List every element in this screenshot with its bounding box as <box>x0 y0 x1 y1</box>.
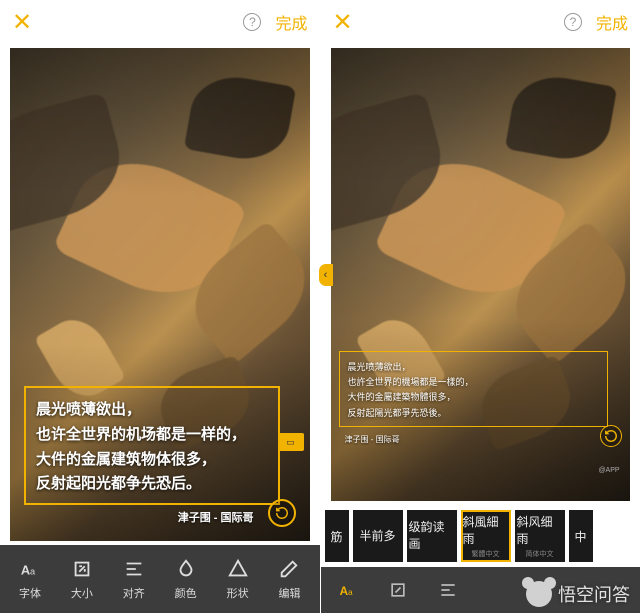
help-icon[interactable]: ? <box>243 13 261 31</box>
svg-text:A: A <box>21 563 30 578</box>
topbar-right: ? 完成 <box>564 10 628 34</box>
font-name: 半前多 <box>359 527 395 544</box>
poem-line: 大件的金屬建築物體很多， <box>348 390 600 405</box>
poem-line: 反射起陽光都爭先恐後。 <box>348 406 600 421</box>
tool-label: 对齐 <box>123 585 145 601</box>
tool-font[interactable]: Aa 字体 <box>6 557 54 601</box>
bottom-toolbar: Aa 字体 大小 对齐 颜色 形状 <box>0 545 320 613</box>
tool-label: 颜色 <box>175 585 197 601</box>
canvas-area: 晨光喷薄欲出， 也许全世界的机场都是一样的， 大件的金属建筑物体很多， 反射起阳… <box>0 44 320 545</box>
close-icon[interactable]: ✕ <box>333 8 353 37</box>
font-name: 斜风细雨 <box>517 513 563 547</box>
font-icon: Aa <box>18 557 42 581</box>
tool-size[interactable]: 大小 <box>58 557 106 601</box>
rotate-handle-icon[interactable] <box>600 425 622 447</box>
size-icon <box>70 557 94 581</box>
font-option[interactable]: 半前多 <box>353 510 403 562</box>
tool-label: 字体 <box>19 585 41 601</box>
text-overlay-box[interactable]: 晨光喷薄欲出， 也許全世界的機場都是一樣的， 大件的金屬建築物體很多， 反射起陽… <box>339 351 609 427</box>
font-sub: 简体中文 <box>526 549 554 559</box>
tool-align[interactable]: 对齐 <box>110 557 158 601</box>
font-option[interactable]: 筋 <box>325 510 349 562</box>
font-option[interactable]: 中 <box>569 510 593 562</box>
poem-line: 晨光喷薄欲出， <box>348 360 600 375</box>
tool-shape[interactable]: 形状 <box>214 557 262 601</box>
align-icon <box>122 557 146 581</box>
font-option[interactable]: 级韵读画 <box>407 510 457 562</box>
wukong-logo-icon <box>526 581 552 607</box>
font-sub: 繁體中文 <box>472 549 500 559</box>
background-photo[interactable]: 晨光喷薄欲出， 也許全世界的機場都是一樣的， 大件的金屬建築物體很多， 反射起陽… <box>331 48 631 501</box>
topbar: ✕ ? 完成 <box>321 0 640 44</box>
poem-line: 也许全世界的机场都是一样的， <box>36 423 268 448</box>
svg-text:a: a <box>30 567 36 577</box>
font-option[interactable]: 斜风细雨 简体中文 <box>515 510 565 562</box>
background-photo[interactable]: 晨光喷薄欲出， 也许全世界的机场都是一样的， 大件的金属建筑物体很多， 反射起阳… <box>10 48 310 541</box>
editor-screen-right: ✕ ? 完成 ‹ 晨光喷薄欲出， 也許全世界的機場都是一樣的， 大件的金屬建築物… <box>321 0 640 613</box>
font-picker-strip[interactable]: 筋 半前多 级韵读画 斜風細雨 繁體中文 斜风细雨 简体中文 中 <box>321 505 640 567</box>
tool-color[interactable]: 颜色 <box>162 557 210 601</box>
watermark-text: 悟空问答 <box>558 581 630 607</box>
topbar: ✕ ? 完成 <box>0 0 320 44</box>
poem-line: 反射起阳光都争先恐后。 <box>36 472 268 497</box>
close-icon[interactable]: ✕ <box>12 8 32 37</box>
poem-line: 晨光喷薄欲出， <box>36 398 268 423</box>
template-chip-icon[interactable]: ▭ <box>278 433 304 451</box>
shape-icon <box>226 557 250 581</box>
svg-text:a: a <box>348 587 353 597</box>
tool-edit[interactable]: 编辑 <box>265 557 313 601</box>
app-watermark: @APP <box>594 463 624 477</box>
tool-label: 形状 <box>227 585 249 601</box>
rotate-handle-icon[interactable] <box>268 499 296 527</box>
author-caption: 津子围 - 国际哥 <box>345 434 400 445</box>
font-name: 级韵读画 <box>409 518 455 552</box>
tool-font[interactable]: Aa <box>337 579 359 601</box>
editor-screen-left: ✕ ? 完成 晨光喷薄欲出， 也许全世界的机场都是一样的， 大件的金属建筑物体很… <box>0 0 321 613</box>
font-name: 中 <box>574 528 586 545</box>
tool-label: 大小 <box>71 585 93 601</box>
done-button[interactable]: 完成 <box>275 10 307 34</box>
canvas-area: ‹ 晨光喷薄欲出， 也許全世界的機場都是一樣的， 大件的金屬建築物體很多， 反射… <box>321 44 640 505</box>
author-caption: 津子围 - 国际哥 <box>178 509 254 525</box>
font-name: 筋 <box>330 528 342 545</box>
poem-line: 大件的金属建筑物体很多， <box>36 448 268 473</box>
font-name: 斜風細雨 <box>463 513 509 547</box>
tool-size[interactable] <box>387 579 409 601</box>
drag-handle-icon[interactable]: ‹ <box>319 264 333 286</box>
text-overlay-box[interactable]: 晨光喷薄欲出， 也许全世界的机场都是一样的， 大件的金属建筑物体很多， 反射起阳… <box>24 386 280 505</box>
help-icon[interactable]: ? <box>564 13 582 31</box>
edit-icon <box>277 557 301 581</box>
platform-watermark: 悟空问答 <box>526 581 630 607</box>
font-option-selected[interactable]: 斜風細雨 繁體中文 <box>461 510 511 562</box>
tool-label: 编辑 <box>278 585 300 601</box>
tool-align[interactable] <box>437 579 459 601</box>
topbar-right: ? 完成 <box>243 10 307 34</box>
poem-line: 也許全世界的機場都是一樣的， <box>348 375 600 390</box>
done-button[interactable]: 完成 <box>596 10 628 34</box>
color-icon <box>174 557 198 581</box>
